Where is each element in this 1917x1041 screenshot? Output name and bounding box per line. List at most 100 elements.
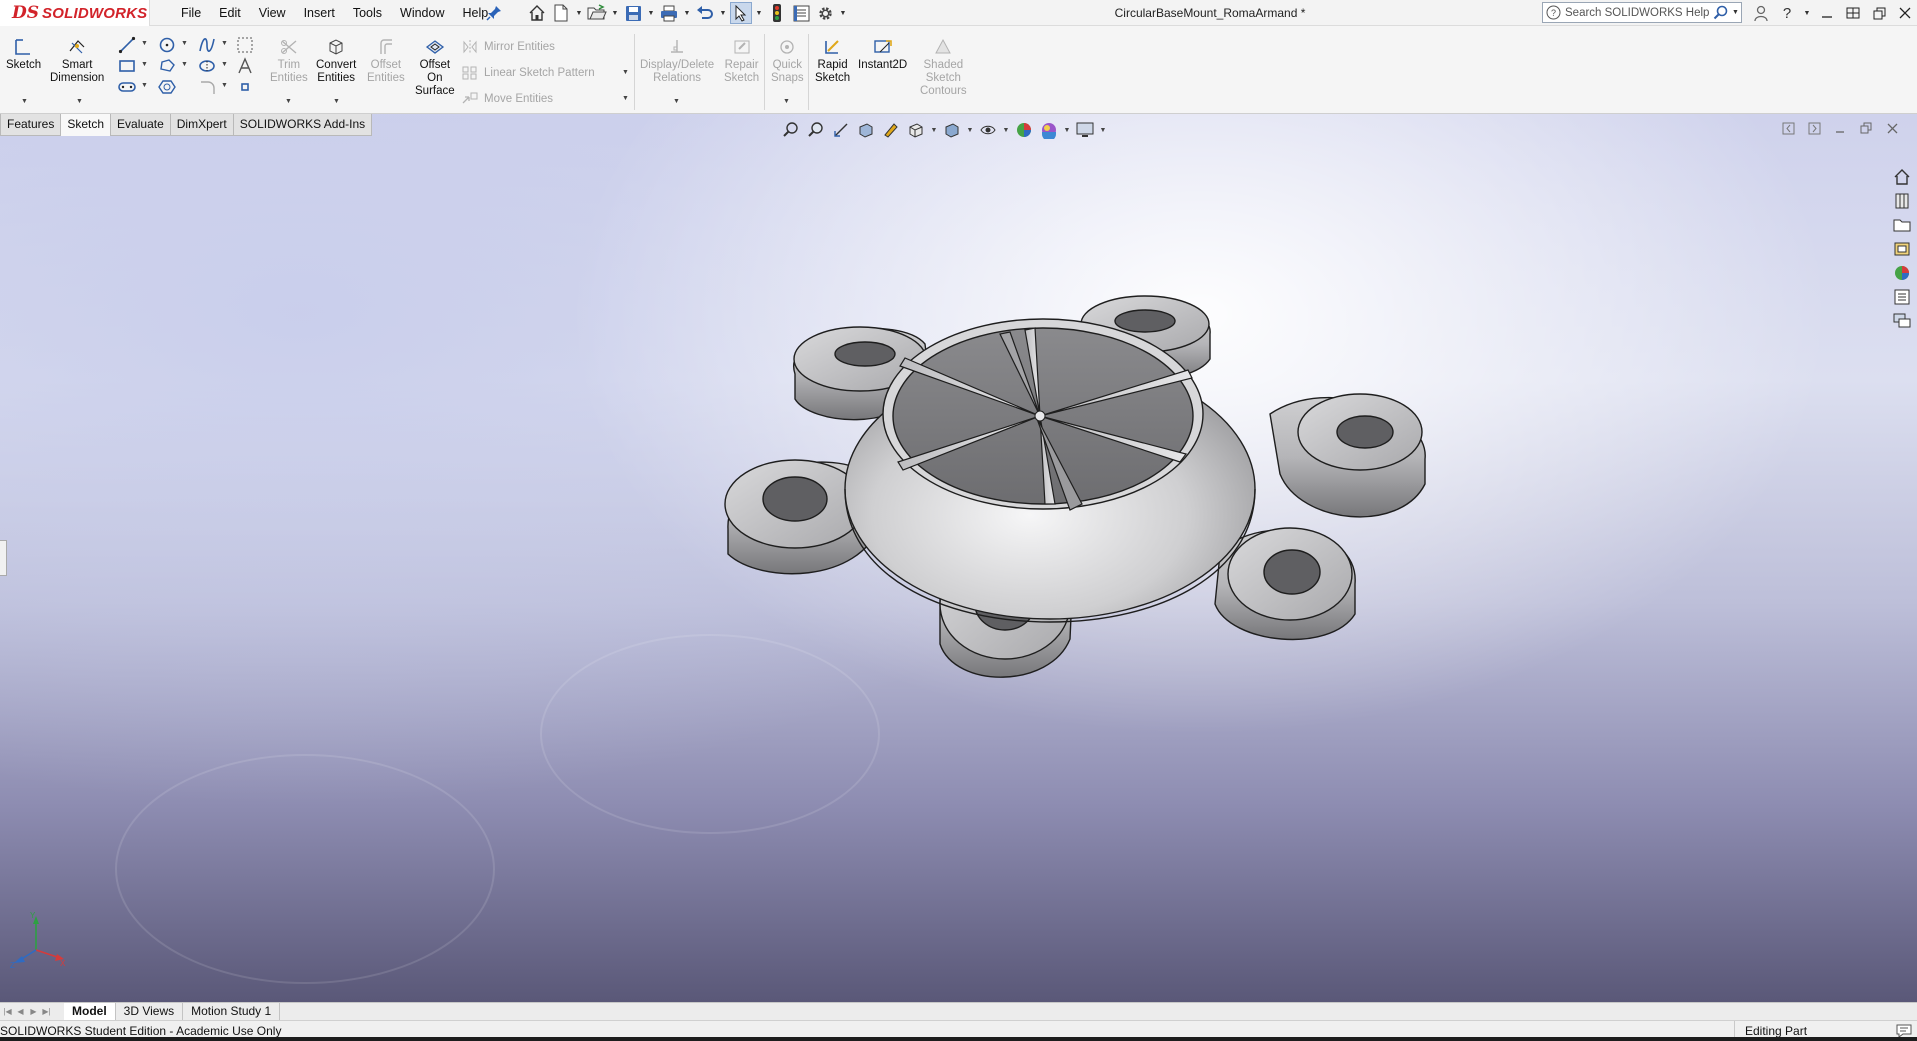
scroll-prev-icon[interactable]: ◀: [15, 1005, 26, 1018]
move-entities-button[interactable]: Move Entities: [460, 88, 553, 110]
shaded-sketch-contours-button[interactable]: Shaded Sketch Contours: [920, 36, 967, 98]
quick-snaps-dropdown-caret[interactable]: ▼: [783, 98, 790, 105]
tile-window-button[interactable]: [1842, 2, 1864, 24]
view-palette-tab[interactable]: [1890, 238, 1914, 260]
view-orientation-dropdown-caret[interactable]: ▼: [930, 127, 938, 134]
line-button[interactable]: [116, 34, 138, 56]
viewport-minimize-button[interactable]: [1832, 120, 1848, 136]
hide-show-dropdown-caret[interactable]: ▼: [1002, 127, 1010, 134]
sketch-fillet-button[interactable]: [196, 76, 218, 98]
zoom-to-area-button[interactable]: [805, 119, 827, 141]
construction-geometry-button[interactable]: [234, 34, 256, 56]
trim-entities-button[interactable]: Trim Entities: [270, 36, 308, 85]
design-library-tab[interactable]: [1890, 190, 1914, 212]
menu-insert[interactable]: Insert: [295, 0, 344, 26]
quick-snaps-button[interactable]: Quick Snaps: [771, 36, 804, 85]
previous-view-button[interactable]: [830, 119, 852, 141]
restore-window-button[interactable]: [1868, 2, 1890, 24]
options-dropdown-caret[interactable]: ▼: [838, 2, 848, 24]
dynamic-annotation-button[interactable]: [880, 119, 902, 141]
new-dropdown-caret[interactable]: ▼: [574, 2, 584, 24]
section-view-button[interactable]: [855, 119, 877, 141]
text-button[interactable]: [234, 55, 256, 77]
line-dropdown-caret[interactable]: ▼: [141, 40, 148, 47]
spline-dropdown-caret[interactable]: ▼: [221, 40, 228, 47]
spline-button[interactable]: [196, 34, 218, 56]
view-orientation-button[interactable]: [905, 119, 927, 141]
arc-polygon-button[interactable]: [156, 76, 178, 98]
new-document-button[interactable]: [550, 2, 572, 24]
relations-dropdown-caret[interactable]: ▼: [673, 98, 680, 105]
convert-entities-button[interactable]: Convert Entities: [316, 36, 356, 85]
minimize-window-button[interactable]: [1816, 2, 1838, 24]
close-window-button[interactable]: [1894, 2, 1916, 24]
smart-dimension-button[interactable]: Smart Dimension: [50, 36, 104, 85]
pattern-dropdown-caret[interactable]: ▼: [622, 69, 629, 76]
hide-show-items-button[interactable]: [977, 119, 999, 141]
viewport-close-button[interactable]: [1884, 120, 1900, 136]
forum-tab[interactable]: [1890, 310, 1914, 332]
view-settings-dropdown-caret[interactable]: ▼: [1099, 127, 1107, 134]
open-dropdown-caret[interactable]: ▼: [610, 2, 620, 24]
user-account-button[interactable]: [1750, 2, 1772, 24]
rectangle-dropdown-caret[interactable]: ▼: [141, 61, 148, 68]
offset-entities-button[interactable]: Offset Entities: [367, 36, 405, 85]
slot-dropdown-caret[interactable]: ▼: [141, 82, 148, 89]
solidworks-logo[interactable]: DS SOLIDWORKS: [0, 0, 150, 26]
ellipse-dropdown-caret[interactable]: ▼: [221, 61, 228, 68]
file-explorer-tab[interactable]: [1890, 214, 1914, 236]
file-properties-button[interactable]: [790, 2, 812, 24]
edit-appearance-button[interactable]: [1013, 119, 1035, 141]
offset-on-surface-button[interactable]: Offset On Surface: [415, 36, 455, 98]
menu-view[interactable]: View: [250, 0, 295, 26]
pin-menu-icon[interactable]: [486, 5, 502, 21]
apply-scene-button[interactable]: [1038, 119, 1060, 141]
search-help-box[interactable]: ? ▼: [1542, 2, 1742, 23]
circle-dropdown-caret[interactable]: ▼: [181, 40, 188, 47]
scroll-last-icon[interactable]: ▶|: [41, 1005, 52, 1018]
polygon-dropdown-caret[interactable]: ▼: [181, 61, 188, 68]
rapid-sketch-button[interactable]: Rapid Sketch: [815, 36, 850, 85]
graphics-area[interactable]: ▼ ▼ ▼ ▼ ▼ Y X Z: [0, 114, 1917, 1002]
menu-tools[interactable]: Tools: [344, 0, 391, 26]
undo-button[interactable]: [694, 2, 716, 24]
smart-dimension-dropdown-caret[interactable]: ▼: [76, 98, 83, 105]
view-settings-button[interactable]: [1074, 119, 1096, 141]
feature-manager-expand-handle[interactable]: [0, 540, 7, 576]
rectangle-button[interactable]: [116, 55, 138, 77]
undo-dropdown-caret[interactable]: ▼: [718, 2, 728, 24]
viewport-prev-button[interactable]: [1780, 120, 1796, 136]
display-style-button[interactable]: [941, 119, 963, 141]
print-dropdown-caret[interactable]: ▼: [682, 2, 692, 24]
tab-model[interactable]: Model: [64, 1003, 116, 1020]
zoom-to-fit-button[interactable]: [780, 119, 802, 141]
solidworks-resources-tab[interactable]: [1890, 166, 1914, 188]
help-dropdown-caret[interactable]: ▼: [1802, 2, 1812, 24]
scroll-next-icon[interactable]: ▶: [28, 1005, 39, 1018]
viewport-restore-button[interactable]: [1858, 120, 1874, 136]
menu-window[interactable]: Window: [391, 0, 453, 26]
help-button[interactable]: ?: [1776, 2, 1798, 24]
save-button[interactable]: [622, 2, 644, 24]
display-delete-relations-button[interactable]: Display/Delete Relations: [640, 36, 714, 85]
instant2d-button[interactable]: Instant2D: [858, 36, 907, 72]
menu-file[interactable]: File: [172, 0, 210, 26]
tab-solidworks-add-ins[interactable]: SOLIDWORKS Add-Ins: [232, 114, 373, 136]
tab-motion-study-1[interactable]: Motion Study 1: [183, 1003, 281, 1020]
scene-dropdown-caret[interactable]: ▼: [1063, 127, 1071, 134]
open-button[interactable]: [586, 2, 608, 24]
print-button[interactable]: [658, 2, 680, 24]
select-button[interactable]: [730, 2, 752, 24]
display-style-dropdown-caret[interactable]: ▼: [966, 127, 974, 134]
home-button[interactable]: [526, 2, 548, 24]
point-button[interactable]: [234, 76, 256, 98]
viewport-next-button[interactable]: [1806, 120, 1822, 136]
tab-features[interactable]: Features: [0, 114, 62, 136]
fillet-dropdown-caret[interactable]: ▼: [221, 82, 228, 89]
ellipse-button[interactable]: [196, 55, 218, 77]
sketch-button[interactable]: Sketch: [6, 36, 41, 72]
options-button[interactable]: [814, 2, 836, 24]
search-icon[interactable]: [1713, 5, 1728, 20]
slot-button[interactable]: [116, 76, 138, 98]
part-model-3d[interactable]: [0, 114, 1917, 1002]
